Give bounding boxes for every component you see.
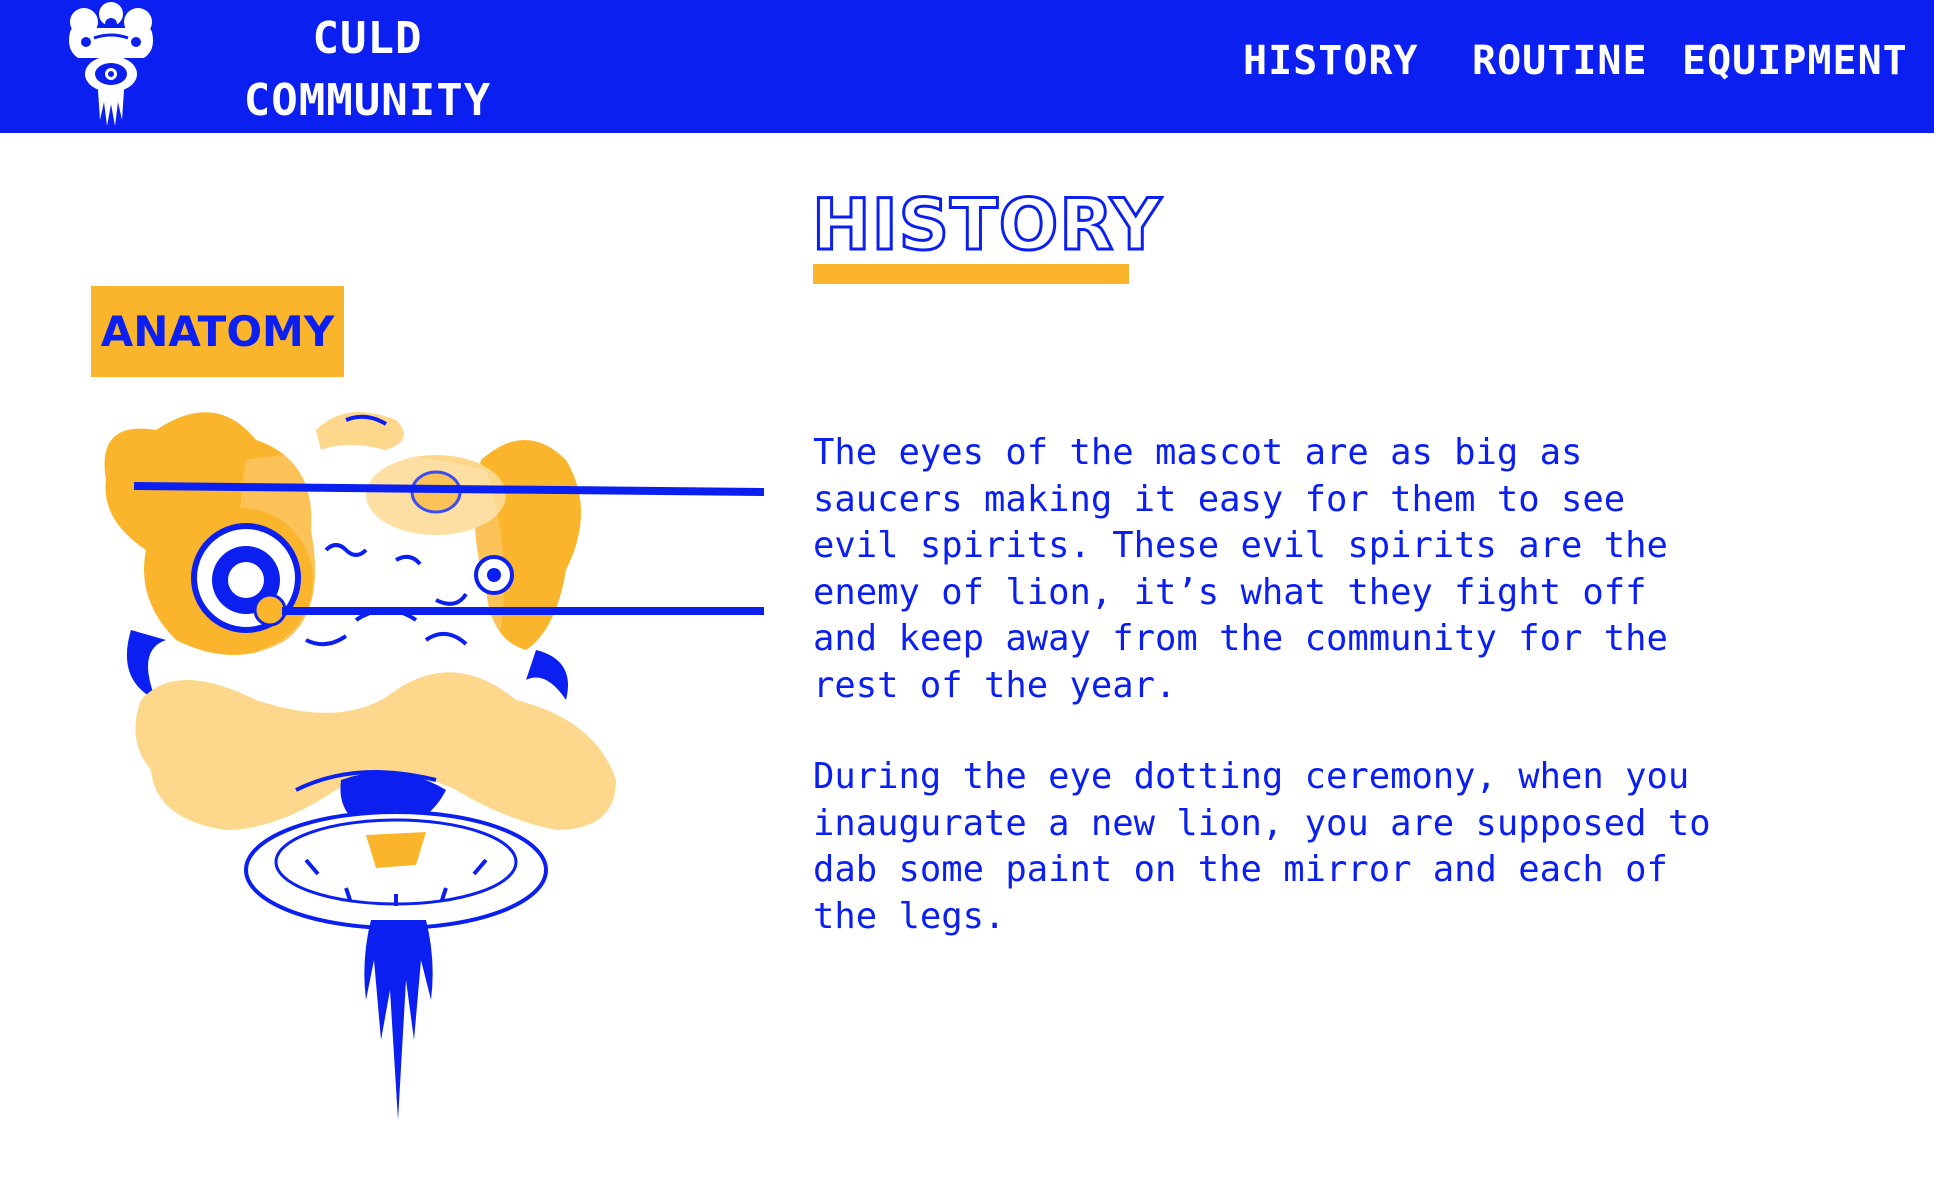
page-title: HISTORY	[810, 183, 1163, 268]
lion-dance-head-illustration	[96, 400, 776, 1140]
anatomy-tag-label: ANATOMY	[100, 307, 335, 356]
nav-equipment-link[interactable]: EQUIPMENT	[1682, 36, 1908, 86]
top-header: CULD COMMUNITY KNOWLEDGE HISTORY ROUTINE…	[0, 0, 1934, 188]
nav-routine-link[interactable]: ROUTINE	[1472, 36, 1648, 86]
anatomy-tag[interactable]: ANATOMY	[91, 286, 344, 377]
history-paragraph-2: During the eye dotting ceremony, when yo…	[813, 756, 1711, 937]
history-paragraph-1: The eyes of the mascot are as big as sau…	[813, 432, 1668, 706]
brand-line-2: KNOWLEDGE	[243, 137, 492, 188]
lion-head-logo-icon[interactable]	[64, 2, 158, 128]
title-underline	[813, 264, 1129, 284]
nav-history-link[interactable]: HISTORY	[1243, 36, 1419, 86]
brand-line-1: CULD COMMUNITY	[243, 13, 492, 126]
site-brand-title[interactable]: CULD COMMUNITY KNOWLEDGE	[180, 8, 555, 194]
